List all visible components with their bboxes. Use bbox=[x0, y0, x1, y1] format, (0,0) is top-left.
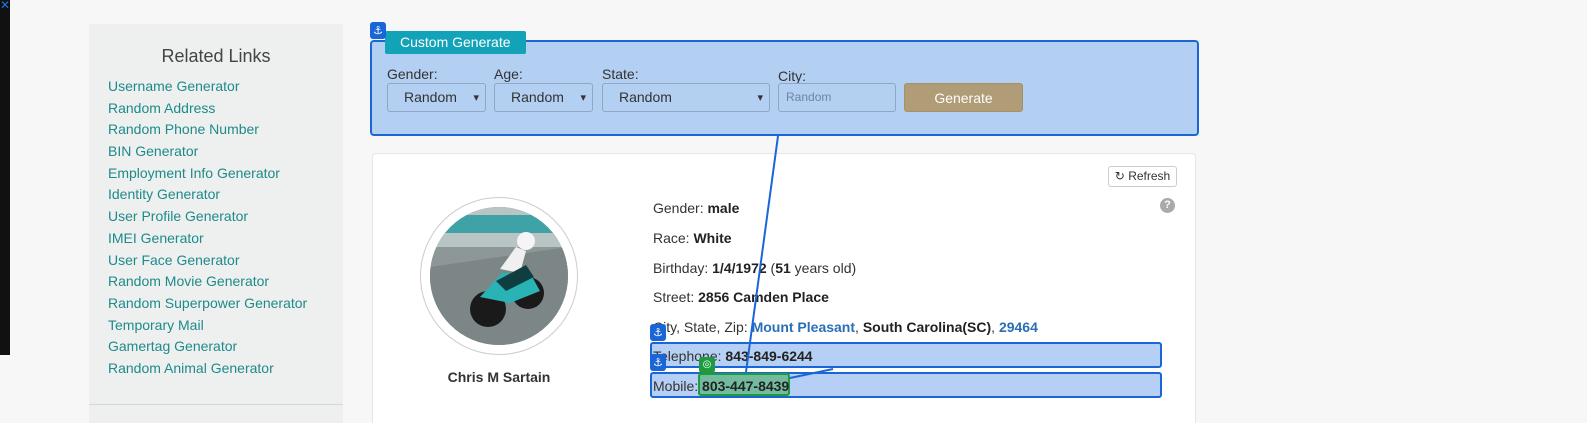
gender-value: male bbox=[707, 200, 740, 216]
race-value: White bbox=[693, 230, 732, 246]
chevron-down-icon: ▾ bbox=[757, 91, 763, 104]
gender-row-label: Gender: bbox=[653, 200, 704, 216]
mobile-row: Mobile: 803-447-8439 bbox=[653, 378, 789, 394]
sidebar-link-random-address[interactable]: Random Address bbox=[108, 100, 307, 122]
city-link[interactable]: Mount Pleasant bbox=[752, 319, 855, 335]
telephone-value: 843-849-6244 bbox=[725, 348, 813, 364]
sidebar-link-random-animal-generator[interactable]: Random Animal Generator bbox=[108, 360, 307, 382]
sidebar-link-random-phone-number[interactable]: Random Phone Number bbox=[108, 121, 307, 143]
csz-row-label: City, State, Zip: bbox=[653, 319, 748, 335]
mobile-row-label: Mobile: bbox=[653, 378, 699, 394]
anchor-icon: ⚓ bbox=[370, 22, 386, 39]
help-icon[interactable]: ? bbox=[1160, 198, 1175, 213]
avatar bbox=[430, 207, 568, 345]
birthday-row: Birthday: 1/4/1972 (51 years old) bbox=[653, 260, 857, 276]
age-value: 51 bbox=[775, 260, 791, 276]
race-row: Race: White bbox=[653, 230, 732, 246]
telephone-row: Telephone: 843-849-6244 bbox=[653, 348, 813, 364]
related-links-list: Username Generator Random Address Random… bbox=[108, 78, 307, 382]
mobile-value: 803-447-8439 bbox=[702, 378, 790, 394]
left-edge-panel: ✕ bbox=[0, 0, 10, 355]
refresh-button[interactable]: ↻ Refresh bbox=[1108, 166, 1177, 187]
gender-select-value: Random bbox=[404, 89, 457, 105]
age-select-value: Random bbox=[511, 89, 564, 105]
refresh-label: Refresh bbox=[1128, 169, 1171, 183]
anchor-icon: ⚓ bbox=[650, 354, 666, 371]
birthday-value: 1/4/1972 bbox=[712, 260, 767, 276]
profile-name: Chris M Sartain bbox=[447, 369, 551, 385]
sidebar-link-bin-generator[interactable]: BIN Generator bbox=[108, 143, 307, 165]
motorcycle-photo bbox=[430, 207, 568, 345]
sidebar-link-gamertag-generator[interactable]: Gamertag Generator bbox=[108, 338, 307, 360]
street-value: 2856 Camden Place bbox=[698, 289, 829, 305]
custom-generate-tab[interactable]: Custom Generate bbox=[385, 31, 526, 54]
state-label: State: bbox=[602, 66, 639, 82]
anchor-icon: ⚓ bbox=[650, 324, 666, 341]
chevron-down-icon: ▾ bbox=[580, 91, 586, 104]
gender-select[interactable]: Random ▾ bbox=[387, 83, 486, 112]
city-state-zip-row: City, State, Zip: Mount Pleasant, South … bbox=[653, 319, 1038, 335]
sidebar-link-username-generator[interactable]: Username Generator bbox=[108, 78, 307, 100]
refresh-icon: ↻ bbox=[1114, 169, 1125, 183]
state-select-value: Random bbox=[619, 89, 672, 105]
state-value: South Carolina(SC) bbox=[862, 319, 992, 335]
sidebar-link-random-movie-generator[interactable]: Random Movie Generator bbox=[108, 273, 307, 295]
sidebar-link-temporary-mail[interactable]: Temporary Mail bbox=[108, 317, 307, 339]
sidebar-link-user-face-generator[interactable]: User Face Generator bbox=[108, 252, 307, 274]
state-select[interactable]: Random ▾ bbox=[602, 83, 770, 112]
gender-label: Gender: bbox=[387, 66, 438, 82]
sidebar-link-user-profile-generator[interactable]: User Profile Generator bbox=[108, 208, 307, 230]
age-suffix: years old) bbox=[794, 260, 857, 276]
generate-button[interactable]: Generate bbox=[904, 83, 1023, 112]
birthday-row-label: Birthday: bbox=[653, 260, 709, 276]
gender-row: Gender: male bbox=[653, 200, 739, 216]
age-label: Age: bbox=[494, 66, 523, 82]
sidebar-divider bbox=[89, 404, 343, 405]
close-icon[interactable]: ✕ bbox=[0, 0, 10, 12]
chevron-down-icon: ▾ bbox=[473, 91, 479, 104]
street-row-label: Street: bbox=[653, 289, 695, 305]
sidebar-link-employment-info-generator[interactable]: Employment Info Generator bbox=[108, 165, 307, 187]
sidebar-link-imei-generator[interactable]: IMEI Generator bbox=[108, 230, 307, 252]
target-icon: ◎ bbox=[699, 357, 715, 373]
sidebar-link-random-superpower-generator[interactable]: Random Superpower Generator bbox=[108, 295, 307, 317]
zip-link[interactable]: 29464 bbox=[999, 319, 1038, 335]
age-select[interactable]: Random ▾ bbox=[494, 83, 593, 112]
city-label: City: bbox=[778, 68, 806, 84]
sidebar-title: Related Links bbox=[161, 46, 271, 66]
race-row-label: Race: bbox=[653, 230, 690, 246]
related-links-sidebar: Related Links Username Generator Random … bbox=[89, 24, 343, 423]
street-row: Street: 2856 Camden Place bbox=[653, 289, 829, 305]
city-input[interactable]: Random bbox=[778, 83, 896, 112]
sidebar-link-identity-generator[interactable]: Identity Generator bbox=[108, 186, 307, 208]
